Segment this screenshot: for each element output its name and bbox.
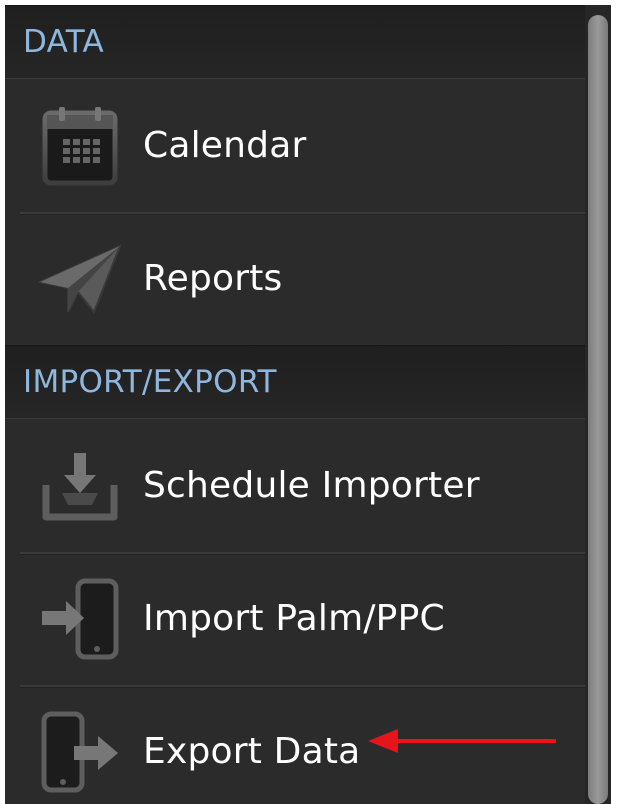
menu-item-schedule-importer[interactable]: Schedule Importer xyxy=(5,419,585,552)
section-header-import-export: IMPORT/EXPORT xyxy=(5,345,585,419)
calendar-icon xyxy=(35,101,125,191)
download-tray-icon xyxy=(35,441,125,531)
menu-item-calendar[interactable]: Calendar xyxy=(5,79,585,212)
menu-item-label: Schedule Importer xyxy=(143,465,480,506)
export-device-icon xyxy=(35,707,125,797)
scrollbar-thumb[interactable] xyxy=(588,15,608,804)
menu-item-label: Calendar xyxy=(143,125,307,166)
menu-item-reports[interactable]: Reports xyxy=(5,212,585,345)
section-header-data: DATA xyxy=(5,5,585,79)
sidebar-menu: DATA Calendar Reports IMPORT/EXPORT Sche… xyxy=(5,5,585,804)
menu-item-import-palm-ppc[interactable]: Import Palm/PPC xyxy=(5,552,585,685)
sidebar-frame: DATA Calendar Reports IMPORT/EXPORT Sche… xyxy=(5,5,611,804)
menu-item-label: Reports xyxy=(143,258,283,299)
menu-item-label: Import Palm/PPC xyxy=(143,598,445,639)
section-header-label: DATA xyxy=(23,24,105,60)
paper-plane-icon xyxy=(35,234,125,324)
menu-item-label: Export Data xyxy=(143,731,361,772)
section-header-label: IMPORT/EXPORT xyxy=(23,364,277,400)
annotation-arrow xyxy=(368,729,556,753)
import-device-icon xyxy=(35,574,125,664)
